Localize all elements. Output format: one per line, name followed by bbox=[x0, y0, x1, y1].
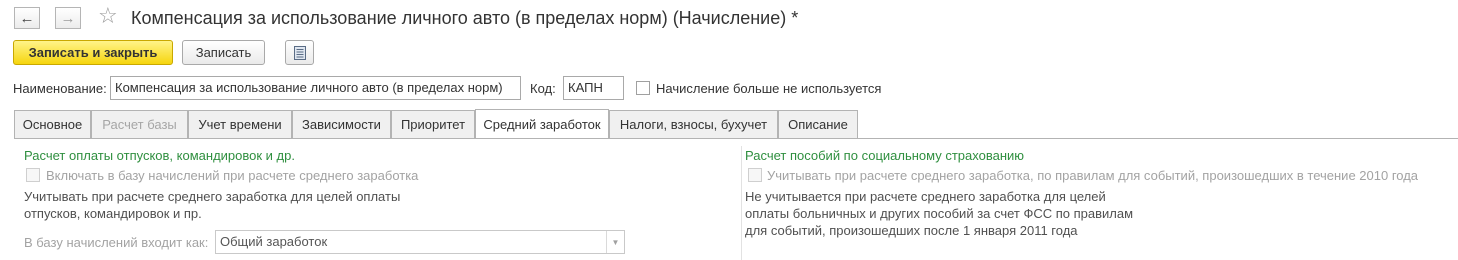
code-input[interactable]: КАПН bbox=[563, 76, 624, 100]
tab-time-accounting[interactable]: Учет времени bbox=[188, 110, 292, 138]
social-note-line2: оплаты больничных и других пособий за сч… bbox=[745, 206, 1134, 221]
tab-label: Описание bbox=[788, 117, 848, 132]
tab-description[interactable]: Описание bbox=[778, 110, 858, 138]
tab-dependencies[interactable]: Зависимости bbox=[292, 110, 391, 138]
save-label: Записать bbox=[195, 45, 252, 60]
arrow-right-icon: → bbox=[60, 9, 76, 27]
count-2010-checkbox[interactable] bbox=[748, 168, 762, 182]
unused-label: Начисление больше не используется bbox=[656, 81, 882, 96]
save-button[interactable]: Записать bbox=[182, 40, 265, 65]
vacation-note-line2: отпусков, командировок и пр. bbox=[24, 206, 202, 221]
tab-label: Средний заработок bbox=[483, 117, 601, 132]
tab-label: Расчет базы bbox=[102, 117, 177, 132]
social-note-line1: Не учитывается при расчете среднего зара… bbox=[745, 189, 1106, 204]
base-type-select[interactable]: Общий заработок ▼ bbox=[215, 230, 625, 254]
tab-label: Налоги, взносы, бухучет bbox=[619, 117, 768, 132]
vacation-calc-heading: Расчет оплаты отпусков, командировок и д… bbox=[24, 148, 295, 163]
social-insurance-heading: Расчет пособий по социальному страховани… bbox=[745, 148, 1025, 163]
count-2010-label: Учитывать при расчете среднего заработка… bbox=[767, 168, 1419, 183]
forward-button[interactable]: → bbox=[55, 7, 81, 29]
page-title: Компенсация за использование личного авт… bbox=[131, 8, 799, 28]
report-icon bbox=[293, 45, 306, 60]
unused-checkbox[interactable] bbox=[636, 81, 650, 95]
base-type-label: В базу начислений входит как: bbox=[24, 235, 209, 250]
chevron-down-icon[interactable]: ▼ bbox=[606, 231, 624, 253]
report-button[interactable] bbox=[285, 40, 314, 65]
include-in-base-label: Включать в базу начислений при расчете с… bbox=[46, 168, 419, 183]
tab-panel-border bbox=[14, 138, 1458, 139]
column-divider bbox=[741, 146, 742, 260]
tab-taxes[interactable]: Налоги, взносы, бухучет bbox=[609, 110, 778, 138]
vacation-note-line1: Учитывать при расчете среднего заработка… bbox=[24, 189, 401, 204]
name-input[interactable]: Компенсация за использование личного авт… bbox=[110, 76, 521, 100]
include-in-base-checkbox[interactable] bbox=[26, 168, 40, 182]
back-button[interactable]: ← bbox=[14, 7, 40, 29]
code-label: Код: bbox=[530, 81, 556, 96]
tab-priority[interactable]: Приоритет bbox=[391, 110, 475, 138]
tab-base-calc[interactable]: Расчет базы bbox=[91, 110, 188, 138]
tab-label: Учет времени bbox=[198, 117, 282, 132]
base-type-value: Общий заработок bbox=[220, 234, 328, 249]
save-and-close-button[interactable]: Записать и закрыть bbox=[13, 40, 173, 65]
tab-label: Зависимости bbox=[302, 117, 381, 132]
name-label: Наименование: bbox=[13, 81, 107, 96]
social-note-line3: для событий, произошедших после 1 января… bbox=[745, 223, 1078, 238]
tab-average-earnings[interactable]: Средний заработок bbox=[475, 109, 609, 139]
tab-label: Приоритет bbox=[400, 117, 466, 132]
save-and-close-label: Записать и закрыть bbox=[28, 45, 158, 60]
arrow-left-icon: ← bbox=[19, 9, 35, 27]
tab-label: Основное bbox=[22, 117, 83, 132]
favorite-star-icon[interactable]: ☆ bbox=[98, 5, 118, 27]
tab-main[interactable]: Основное bbox=[14, 110, 91, 138]
